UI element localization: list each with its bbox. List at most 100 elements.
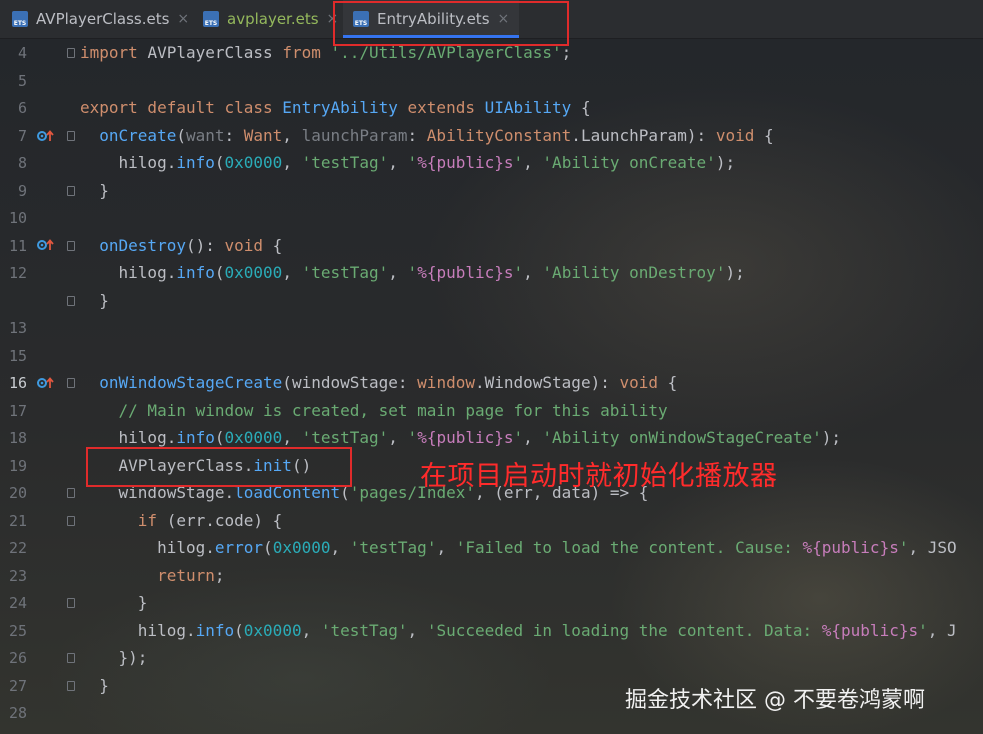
fold-toggle-icon[interactable] xyxy=(67,516,75,526)
string-literal: 'testTag' xyxy=(320,621,408,640)
code-line-8[interactable]: hilog.info(0x0000, 'testTag', '%{public}… xyxy=(80,153,736,173)
fold-toggle-icon[interactable] xyxy=(67,131,75,141)
code-line-21[interactable]: if (err.code) { xyxy=(80,511,283,531)
identifier: hilog xyxy=(118,428,167,447)
keyword: void xyxy=(619,373,659,392)
punctuation: { xyxy=(763,126,774,145)
method-name: onWindowStageCreate xyxy=(99,373,283,392)
method-name: info xyxy=(176,428,215,447)
format-specifier: %{public}s xyxy=(802,538,899,557)
fold-toggle-icon[interactable] xyxy=(67,186,75,196)
tab-avplayer[interactable]: avplayer.ets × xyxy=(203,0,338,38)
code-line-26[interactable]: }); xyxy=(80,648,148,668)
fold-toggle-icon[interactable] xyxy=(67,296,75,306)
code-comment: // Main window is created, set main page… xyxy=(118,401,668,420)
code-line-7[interactable]: onCreate(want: Want, launchParam: Abilit… xyxy=(80,126,774,146)
line-number: 15 xyxy=(8,347,27,365)
override-marker-icon[interactable] xyxy=(37,376,55,390)
code-line-25[interactable]: hilog.info(0x0000, 'testTag', 'Succeeded… xyxy=(80,621,957,641)
type-name: WindowStage xyxy=(484,373,591,392)
line-number: 13 xyxy=(8,319,27,337)
punctuation: ( xyxy=(214,263,225,282)
code-line-13[interactable]: } xyxy=(80,291,109,311)
identifier: hilog xyxy=(118,153,167,172)
punctuation: ; xyxy=(561,43,572,62)
number-literal: 0x0000 xyxy=(272,538,331,557)
punctuation: . xyxy=(571,126,581,145)
code-line-24[interactable]: } xyxy=(80,593,148,613)
ets-file-icon xyxy=(12,11,28,27)
line-number: 7 xyxy=(17,127,27,145)
fold-toggle-icon[interactable] xyxy=(67,48,75,58)
code-line-6[interactable]: export default class EntryAbility extend… xyxy=(80,98,591,118)
override-marker-icon[interactable] xyxy=(37,129,55,143)
string-literal: 'Ability onDestroy' xyxy=(542,263,726,282)
punctuation: { xyxy=(580,98,591,117)
code-line-17[interactable]: // Main window is created, set main page… xyxy=(80,401,668,421)
string-literal: 'testTag' xyxy=(301,263,389,282)
identifier: AVPlayerClass xyxy=(147,43,273,62)
fold-toggle-icon[interactable] xyxy=(67,653,75,663)
punctuation: ); xyxy=(715,153,736,172)
punctuation: ( xyxy=(176,126,186,145)
tab-label: AVPlayerClass.ets xyxy=(36,10,170,28)
punctuation: . xyxy=(166,428,177,447)
code-line-12[interactable]: hilog.info(0x0000, 'testTag', '%{public}… xyxy=(80,263,745,283)
line-number: 17 xyxy=(8,402,27,420)
fold-toggle-icon[interactable] xyxy=(67,488,75,498)
keyword: return xyxy=(157,566,215,585)
punctuation: } xyxy=(137,593,148,612)
parameter: launchParam xyxy=(301,126,408,145)
punctuation: . xyxy=(166,263,177,282)
format-specifier: %{public}s xyxy=(417,153,514,172)
line-number: 22 xyxy=(8,539,27,557)
punctuation: , xyxy=(523,153,543,172)
format-specifier: %{public}s xyxy=(417,428,514,447)
punctuation: , xyxy=(523,428,543,447)
punctuation: ( xyxy=(214,153,225,172)
fold-toggle-icon[interactable] xyxy=(67,241,75,251)
line-number: 9 xyxy=(17,182,27,200)
parameter: windowStage xyxy=(291,373,398,392)
fold-toggle-icon[interactable] xyxy=(67,598,75,608)
code-line-11[interactable]: onDestroy(): void { xyxy=(80,236,282,256)
code-line-4[interactable]: import AVPlayerClass from '../Utils/AVPl… xyxy=(80,43,571,63)
keyword: export default class xyxy=(80,98,273,117)
fold-toggle-icon[interactable] xyxy=(67,681,75,691)
code-line-27[interactable]: } xyxy=(80,676,109,696)
punctuation: ): xyxy=(590,373,620,392)
code-line-9[interactable]: } xyxy=(80,181,109,201)
close-icon[interactable]: × xyxy=(177,11,189,27)
ets-file-icon xyxy=(203,11,219,27)
code-line-23[interactable]: return; xyxy=(80,566,224,586)
code-line-18[interactable]: hilog.info(0x0000, 'testTag', '%{public}… xyxy=(80,428,842,448)
keyword: from xyxy=(282,43,321,62)
string-literal: 'Ability onCreate' xyxy=(542,153,716,172)
string-literal: 'Succeeded in loading the content. Data: xyxy=(426,621,822,640)
code-line-22[interactable]: hilog.error(0x0000, 'testTag', 'Failed t… xyxy=(80,538,957,558)
line-number: 26 xyxy=(8,649,27,667)
punctuation: , xyxy=(388,428,408,447)
line-number: 28 xyxy=(8,704,27,722)
line-number: 25 xyxy=(8,622,27,640)
type-name: Want xyxy=(243,126,283,145)
punctuation: , xyxy=(436,538,456,557)
identifier: hilog xyxy=(137,621,186,640)
override-marker-icon[interactable] xyxy=(37,238,55,252)
fold-toggle-icon[interactable] xyxy=(67,378,75,388)
punctuation: . xyxy=(185,621,196,640)
method-name: error xyxy=(214,538,264,557)
line-number: 12 xyxy=(8,264,27,282)
punctuation: , xyxy=(407,621,427,640)
punctuation: ( xyxy=(214,428,225,447)
tab-avplayerclass[interactable]: AVPlayerClass.ets × xyxy=(12,0,189,38)
punctuation: , xyxy=(301,621,321,640)
type-name: LaunchParam xyxy=(580,126,687,145)
code-line-16[interactable]: onWindowStageCreate(windowStage: window.… xyxy=(80,373,677,393)
string-literal: 'testTag' xyxy=(349,538,437,557)
punctuation: } xyxy=(99,676,109,695)
line-number: 18 xyxy=(8,429,27,447)
annotation-text: 在项目启动时就初始化播放器 xyxy=(420,461,778,492)
line-number: 11 xyxy=(8,237,27,255)
punctuation: , xyxy=(282,153,302,172)
